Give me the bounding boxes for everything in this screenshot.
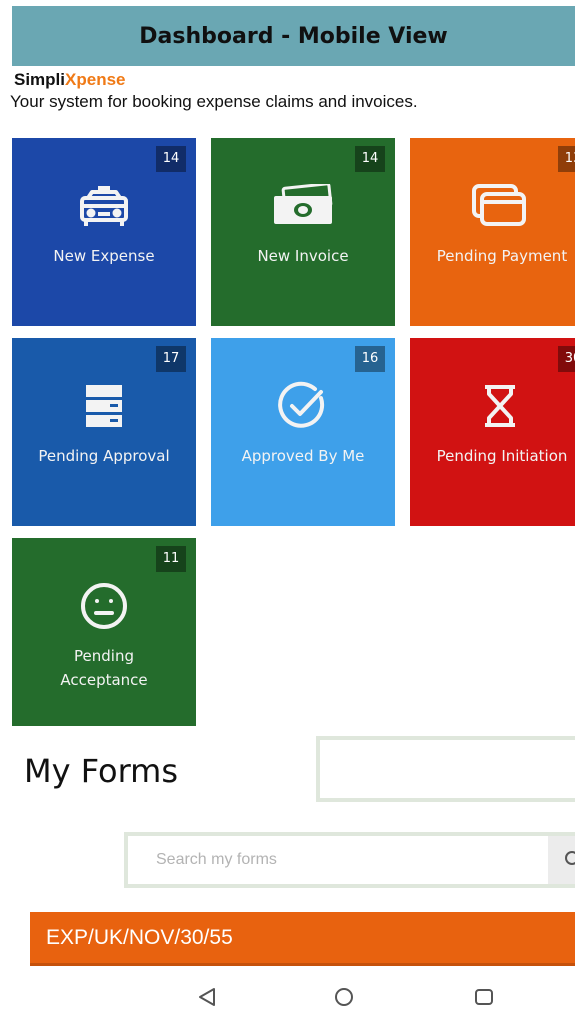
back-icon[interactable] — [196, 986, 218, 1008]
count-badge: 17 — [156, 346, 186, 372]
my-forms-heading: My Forms — [24, 752, 178, 790]
tile-label: Pending Approval — [38, 447, 170, 465]
tile-label: Pending Payment — [436, 247, 568, 265]
brand-name-part1: Simpli — [14, 70, 66, 89]
car-icon — [78, 178, 130, 234]
header-banner: Dashboard - Mobile View — [12, 6, 575, 66]
search-button[interactable] — [548, 836, 575, 884]
tile-label: Pending Acceptance — [60, 647, 148, 689]
tile-pending-approval[interactable]: 17 Pending Approval — [12, 338, 196, 526]
forms-filter-box[interactable] — [316, 736, 575, 802]
form-list-item[interactable]: EXP/UK/NOV/30/55 — [30, 912, 575, 966]
tile-new-invoice[interactable]: 14 New Invoice — [211, 138, 395, 326]
search-icon — [565, 851, 575, 865]
brand-name-part2: Xpense — [65, 70, 126, 89]
check-circle-icon — [277, 378, 329, 434]
recents-icon[interactable] — [473, 986, 495, 1008]
hourglass-icon — [483, 378, 517, 434]
page-title: Dashboard - Mobile View — [139, 23, 448, 49]
form-id: EXP/UK/NOV/30/55 — [46, 925, 233, 949]
tile-pending-initiation[interactable]: 30 Pending Initiation — [410, 338, 575, 526]
tile-label: New Invoice — [257, 247, 349, 265]
tagline: Your system for booking expense claims a… — [10, 92, 418, 111]
app-logo: SimpliXpense — [14, 70, 126, 90]
count-badge: 13 — [558, 146, 575, 172]
smiley-icon — [79, 578, 129, 634]
tile-approved-by-me[interactable]: 16 Approved By Me — [211, 338, 395, 526]
server-icon — [84, 378, 124, 434]
search-bar — [124, 832, 575, 888]
count-badge: 14 — [156, 146, 186, 172]
tile-pending-payment[interactable]: 13 Pending Payment — [410, 138, 575, 326]
tile-new-expense[interactable]: 14 New Expense — [12, 138, 196, 326]
count-badge: 11 — [156, 546, 186, 572]
count-badge: 16 — [355, 346, 385, 372]
tile-pending-acceptance[interactable]: 11 Pending Acceptance — [12, 538, 196, 726]
cards-icon — [470, 178, 530, 234]
count-badge: 30 — [558, 346, 575, 372]
tile-label: Pending Initiation — [436, 447, 568, 465]
tile-label: Approved By Me — [241, 447, 365, 465]
search-input[interactable] — [128, 836, 546, 884]
money-icon — [270, 178, 336, 234]
count-badge: 14 — [355, 146, 385, 172]
home-icon[interactable] — [333, 986, 355, 1008]
tile-label: New Expense — [53, 247, 155, 265]
system-nav-bar — [0, 972, 575, 1016]
